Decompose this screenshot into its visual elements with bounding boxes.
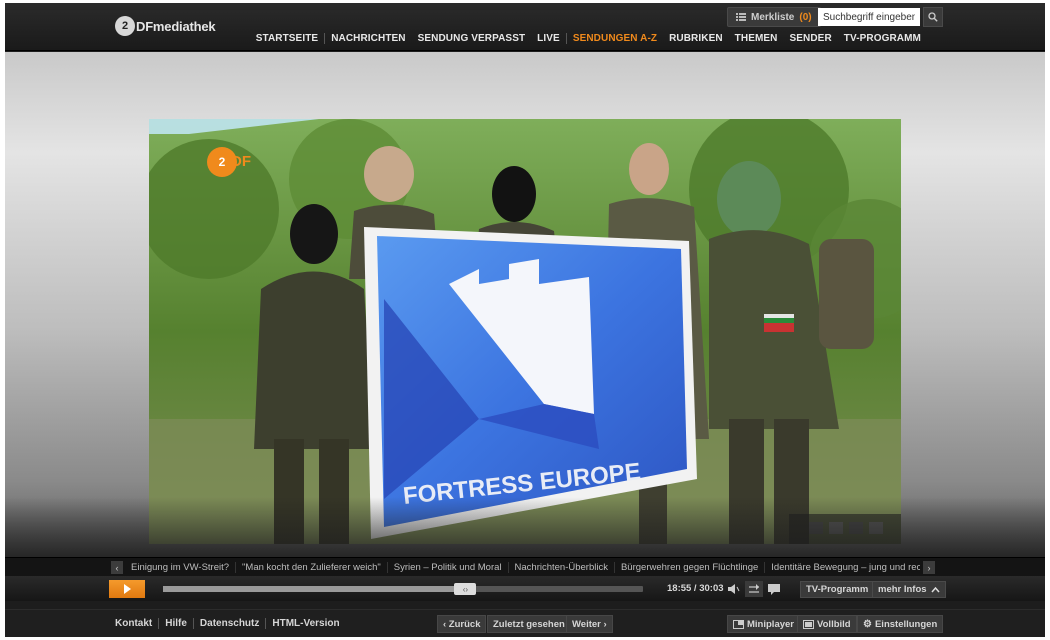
volume-button[interactable] [725,581,743,597]
tv-programm-label: TV-Programm [806,584,869,595]
related-prev-button[interactable]: ‹ [111,561,123,574]
footer-link-hilfe[interactable]: Hilfe [159,618,193,629]
fullscreen-icon [803,619,814,629]
miniplayer-label: Miniplayer [747,618,794,630]
nav-item-sender[interactable]: SENDER [784,33,838,44]
footer-links: Kontakt Hilfe Datenschutz HTML-Version [109,618,346,629]
logo-mark: 2 [115,16,135,36]
nav-item-themen[interactable]: THEMEN [729,33,784,44]
nav-item-nachrichten[interactable]: NACHRICHTEN [325,33,411,44]
play-button[interactable] [109,580,145,598]
main-nav: STARTSEITE NACHRICHTEN SENDUNG VERPASST LIV… [250,33,927,44]
header-bar: 2 DFmediathek Merkliste (0) STARTSEITENA… [5,3,1045,51]
search-input[interactable] [818,8,920,26]
search-icon [928,12,938,22]
einstellungen-button[interactable]: ⚙ Einstellungen [857,615,944,633]
time-display: 18:55 / 30:03 [667,583,724,594]
zurueck-button[interactable]: ‹ Zurück [437,615,487,633]
repeat-icon [749,584,759,593]
nav-item-tv-programm[interactable]: TV-PROGRAMM [838,33,927,44]
player-stage: FORTRESS EUROPE 2 DF [5,52,1045,557]
nav-item-rubriken[interactable]: RUBRIKEN [663,33,729,44]
speaker-icon [728,584,740,594]
related-list: Einigung im VW-Streit? "Man kocht den Zul… [125,558,920,577]
logo-text: DFmediathek [136,18,216,34]
mehr-infos-button[interactable]: mehr Infos [872,581,946,598]
merkliste-button[interactable]: Merkliste (0) [727,7,821,27]
footer-link-html-version[interactable]: HTML-Version [266,618,345,629]
search-button[interactable] [923,7,943,27]
channel-bug-suffix: DF [231,153,251,170]
repeat-button[interactable] [745,581,763,597]
footer-link-datenschutz[interactable]: Datenschutz [194,618,265,629]
chevron-right-icon: › [927,562,931,573]
video-frame[interactable]: FORTRESS EUROPE 2 DF [149,119,901,544]
nav-item-startseite[interactable]: STARTSEITE [250,33,324,44]
app-frame: 2 DFmediathek Merkliste (0) STARTSEITENA… [5,3,1045,637]
related-video-link[interactable]: Nachrichten-Überblick [509,562,615,573]
list-icon [736,13,746,21]
related-next-button[interactable]: › [923,561,935,574]
progress-bar[interactable]: ‹› [163,583,643,595]
channel-bug-mark: 2 [218,155,226,169]
vollbild-button[interactable]: Vollbild [797,615,857,633]
footer-link-kontakt[interactable]: Kontakt [109,618,158,629]
zdf-mediathek-logo[interactable]: 2 DFmediathek [115,15,216,37]
nav-item-live[interactable]: LIVE [531,33,566,44]
subtitles-button[interactable] [765,581,783,597]
weiter-button[interactable]: Weiter › [566,615,613,633]
related-videos-bar: ‹ Einigung im VW-Streit? "Man kocht den Z… [5,557,1045,576]
vollbild-label: Vollbild [817,618,851,630]
nav-item-sendungen-a-z[interactable]: SENDUNGEN A-Z [567,33,663,44]
chevron-left-icon: ‹ [115,562,119,573]
related-video-link[interactable]: Identitäre Bewegung – jung und rechts [765,562,920,573]
related-video-link[interactable]: "Man kocht den Zulieferer weich" [236,562,388,573]
footer-bar: Kontakt Hilfe Datenschutz HTML-Version ‹ Zu… [5,609,1045,637]
merkliste-label: Merkliste [751,11,795,23]
zuletzt-gesehen-label: Zuletzt gesehen [493,618,565,630]
chevron-up-icon [930,586,940,592]
zurueck-label: ‹ Zurück [443,618,481,630]
related-video-link[interactable]: Bürgerwehren gegen Flüchtlinge [615,562,766,573]
merkliste-count: (0) [799,11,812,23]
einstellungen-label: Einstellungen [874,618,938,630]
related-video-link[interactable]: Einigung im VW-Streit? [125,562,237,573]
tv-programm-button[interactable]: TV-Programm [800,581,875,598]
related-video-link[interactable]: Syrien – Politik und Moral [388,562,509,573]
progress-fill [163,586,466,592]
miniplayer-icon [733,619,744,629]
play-icon [123,584,131,594]
zdf-channel-bug: 2 DF [207,147,251,177]
weiter-label: Weiter › [572,618,607,630]
player-controls: ‹› 18:55 / 30:03 TV-Programm mehr Infos [5,576,1045,601]
chat-icon [768,583,780,595]
progress-knob[interactable]: ‹› [454,583,477,595]
miniplayer-button[interactable]: Miniplayer [727,615,800,633]
gear-icon: ⚙ [863,618,872,630]
mehr-infos-label: mehr Infos [878,584,927,595]
nav-item-sendung-verpasst[interactable]: SENDUNG VERPASST [412,33,532,44]
zuletzt-gesehen-button[interactable]: Zuletzt gesehen [487,615,571,633]
video-scene: FORTRESS EUROPE [149,119,901,544]
